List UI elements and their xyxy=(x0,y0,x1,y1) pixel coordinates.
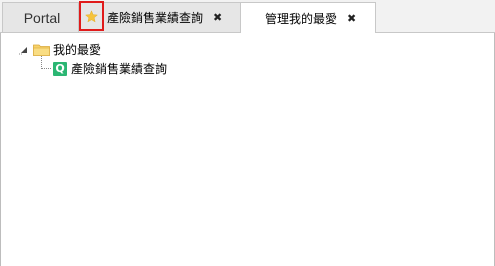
tab-portal[interactable]: Portal xyxy=(2,2,82,32)
tab-manage-favorites[interactable]: 管理我的最愛 ✖ xyxy=(240,2,376,33)
folder-icon xyxy=(33,44,50,56)
tab-portal-label: Portal xyxy=(23,9,61,26)
expanded-triangle-icon[interactable] xyxy=(19,45,29,55)
tab-bar: Portal 產險銷售業績查詢 ✖ 管理我的最愛 ✖ xyxy=(0,0,495,33)
tree-node-favorites-root[interactable]: 我的最愛 xyxy=(19,41,101,58)
close-icon[interactable]: ✖ xyxy=(347,13,356,24)
favorite-star-button[interactable] xyxy=(79,1,104,31)
query-icon: Q xyxy=(53,61,67,76)
tree-node-label: 我的最愛 xyxy=(53,43,102,57)
close-icon[interactable]: ✖ xyxy=(213,12,222,23)
tab-manage-favorites-label: 管理我的最愛 xyxy=(265,11,338,26)
tab-product-sales-query-label: 產險銷售業績查詢 xyxy=(107,11,204,25)
tree-node-product-sales-query[interactable]: Q 產險銷售業績查詢 xyxy=(53,60,167,77)
star-icon xyxy=(85,9,98,22)
tree-connector-line xyxy=(41,56,51,69)
favorites-panel: 我的最愛 Q 產險銷售業績查詢 xyxy=(0,33,495,266)
tree-node-label: 產險銷售業績查詢 xyxy=(71,62,168,76)
